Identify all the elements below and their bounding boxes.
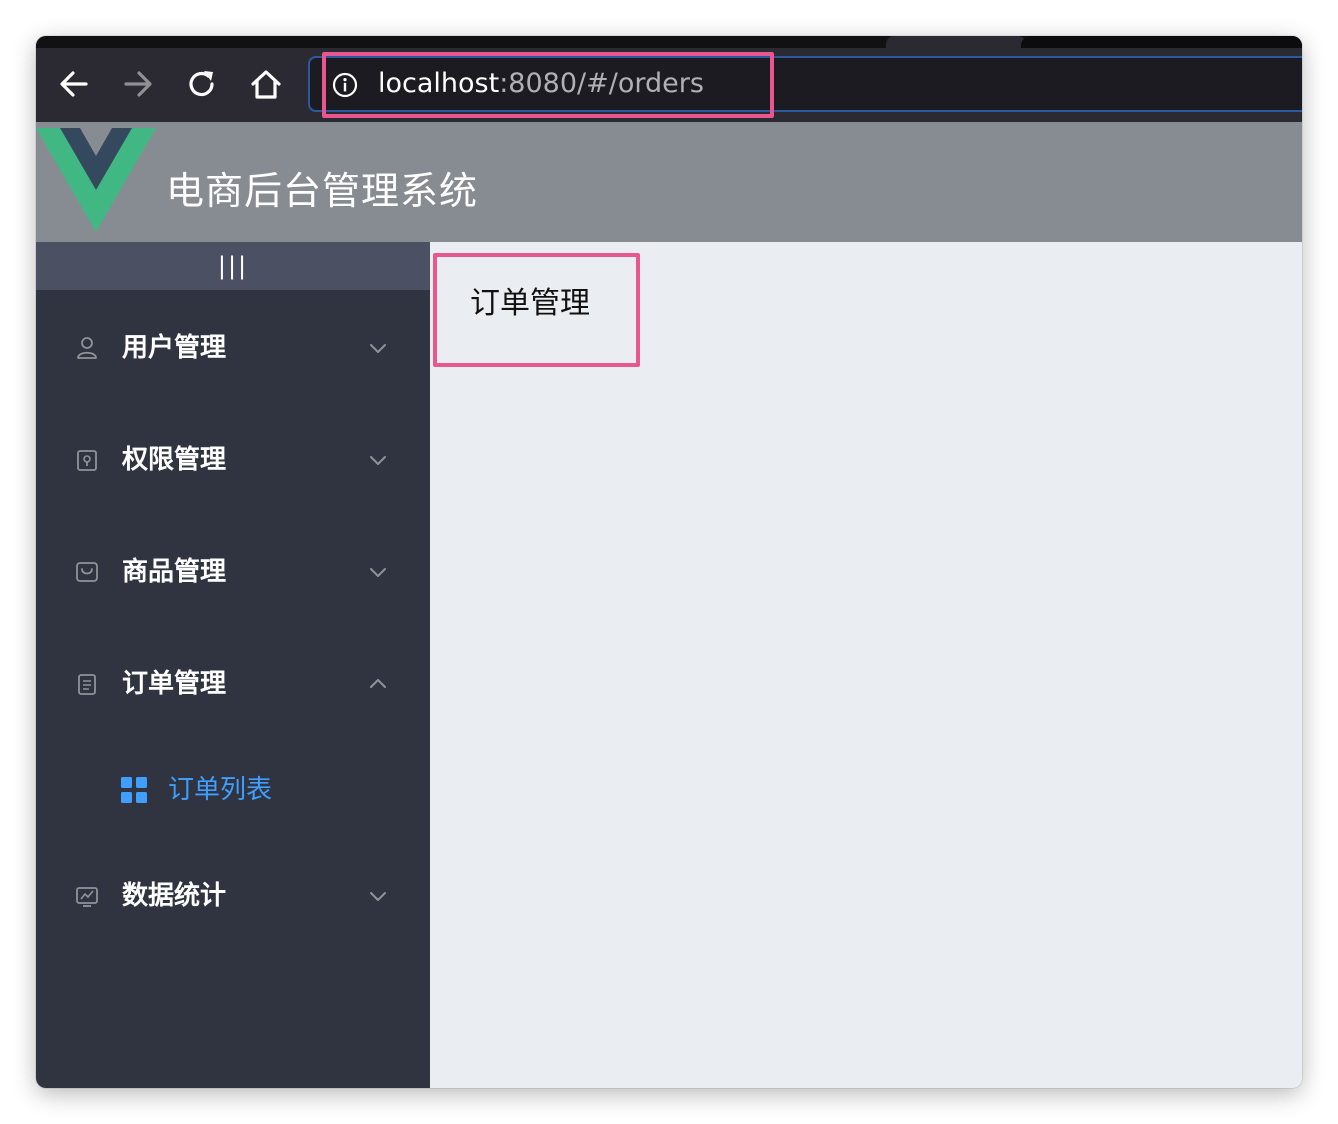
arrow-right-icon <box>124 71 152 97</box>
sidebar-item-goods[interactable]: 商品管理 <box>36 536 430 608</box>
user-icon <box>77 337 97 359</box>
back-button[interactable] <box>52 60 96 108</box>
sidebar-item-orders[interactable]: 订单管理 <box>36 648 430 720</box>
sidebar-item-label: 商品管理 <box>122 557 227 587</box>
app-title: 电商后台管理系统 <box>166 169 479 213</box>
sidebar-item-label: 订单管理 <box>122 669 227 699</box>
reload-icon <box>189 71 214 97</box>
vue-logo-icon <box>36 128 156 232</box>
chevron-up-icon <box>370 679 386 688</box>
sidebar-item-label: 权限管理 <box>122 445 227 475</box>
goods-icon <box>76 562 98 582</box>
home-button[interactable] <box>244 60 288 108</box>
order-icon <box>78 674 96 695</box>
reload-button[interactable] <box>180 60 224 108</box>
url-highlight-box <box>322 52 774 118</box>
active-tab[interactable] <box>886 36 1026 48</box>
sidebar-subitem-order-list[interactable]: 订单列表 <box>36 754 430 826</box>
sidebar-item-label: 用户管理 <box>122 333 227 363</box>
chevron-down-icon <box>370 568 386 577</box>
sidebar-collapse-toggle[interactable]: ||| <box>36 242 430 290</box>
lock-icon <box>77 450 97 471</box>
home-icon <box>251 70 281 99</box>
browser-window: localhost:8080/#/orders 电商后台管理系统 ||| 用户管… <box>36 36 1302 1088</box>
chevron-down-icon <box>370 344 386 353</box>
sidebar-item-statistics[interactable]: 数据统计 <box>36 860 430 932</box>
menu-grid-icon <box>121 777 147 803</box>
chart-icon <box>76 887 98 907</box>
arrow-left-icon <box>60 71 88 97</box>
main-content <box>430 242 1302 1088</box>
tab-strip-end <box>1021 36 1302 48</box>
sidebar-subitem-label: 订单列表 <box>168 775 273 805</box>
chevron-down-icon <box>370 892 386 901</box>
forward-button[interactable] <box>116 60 160 108</box>
sidebar-item-permissions[interactable]: 权限管理 <box>36 424 430 496</box>
sidebar: ||| 用户管理 权限管理 商品管理 订单管理 订单列表 数据统计 <box>36 242 430 1088</box>
chevron-down-icon <box>370 456 386 465</box>
heading-highlight-box <box>433 253 640 367</box>
sidebar-item-users[interactable]: 用户管理 <box>36 312 430 384</box>
sidebar-item-label: 数据统计 <box>122 881 227 911</box>
